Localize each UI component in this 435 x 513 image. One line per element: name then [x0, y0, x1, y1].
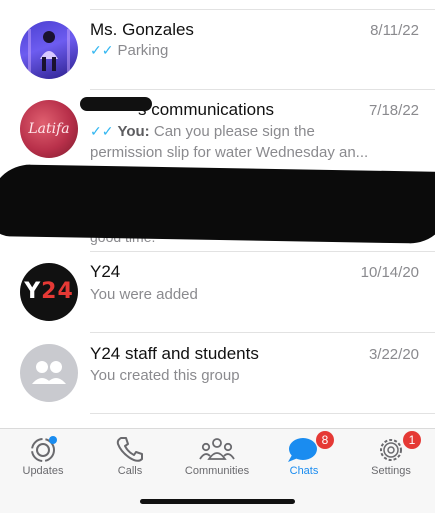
chat-date: 7/18/22 — [368, 102, 419, 119]
chat-row-y24[interactable]: Y24 Y24 10/14/20 You were added — [0, 252, 435, 333]
avatar-ms-gonzales — [20, 21, 78, 79]
logo-24: 24 — [41, 279, 74, 304]
chat-preview: You were added — [90, 286, 198, 303]
tab-label: Settings — [371, 465, 411, 477]
tab-label: Updates — [22, 465, 64, 477]
tab-label: Communities — [184, 465, 250, 477]
redaction-scribble — [80, 97, 152, 111]
chat-row-communications[interactable]: Latifa s communications 7/18/22 ✓✓ You: C… — [0, 90, 435, 170]
chat-preview: ✓✓ You: Can you please sign the permissio… — [90, 121, 390, 163]
tab-label: Calls — [117, 465, 143, 477]
tab-label: Chats — [289, 465, 319, 477]
communities-icon — [199, 438, 235, 460]
avatar-y24: Y24 — [20, 263, 78, 321]
chat-name: Ms. Gonzales — [90, 20, 194, 39]
home-indicator — [140, 499, 295, 504]
tab-chats[interactable]: 8 Chats — [264, 429, 344, 489]
redaction-band — [0, 163, 435, 245]
tab-bar: Updates Calls Communities 8 Chats 1 Sett… — [0, 428, 435, 513]
avatar-latifa: Latifa — [20, 100, 78, 158]
settings-badge: 1 — [403, 431, 421, 449]
preview-sender: You: — [117, 123, 150, 140]
portrait-image — [28, 29, 70, 73]
double-check-icon: ✓✓ — [90, 123, 114, 139]
chats-badge: 8 — [316, 431, 334, 449]
calls-icon — [116, 437, 143, 462]
chat-name: s communications — [138, 100, 275, 119]
avatar-y24-logo: Y24 — [20, 279, 78, 304]
tab-settings[interactable]: 1 Settings — [351, 429, 431, 489]
row-divider — [90, 413, 435, 414]
chat-name: Y24 staff and students — [90, 344, 259, 363]
chat-date: 10/14/20 — [360, 264, 419, 281]
chat-preview: ✓✓ Parking — [90, 40, 390, 61]
tab-calls[interactable]: Calls — [90, 429, 170, 489]
avatar-group — [20, 344, 78, 402]
chat-date: 3/22/20 — [368, 346, 419, 363]
double-check-icon: ✓✓ — [90, 42, 114, 58]
group-icon — [32, 361, 66, 384]
chat-preview: You created this group — [90, 367, 240, 384]
chat-date: 8/11/22 — [370, 22, 419, 39]
logo-y: Y — [24, 279, 42, 304]
updates-icon — [31, 436, 57, 462]
tab-communities[interactable]: Communities — [177, 429, 257, 489]
avatar-latifa-text: Latifa — [28, 121, 70, 137]
chat-row-ms-gonzales[interactable]: Ms. Gonzales 8/11/22 ✓✓ Parking — [0, 0, 435, 90]
tab-updates[interactable]: Updates — [3, 429, 83, 489]
preview-text: Parking — [117, 42, 169, 59]
chat-row-y24-staff[interactable]: Y24 staff and students 3/22/20 You creat… — [0, 333, 435, 415]
chat-name: Y24 — [90, 262, 121, 281]
